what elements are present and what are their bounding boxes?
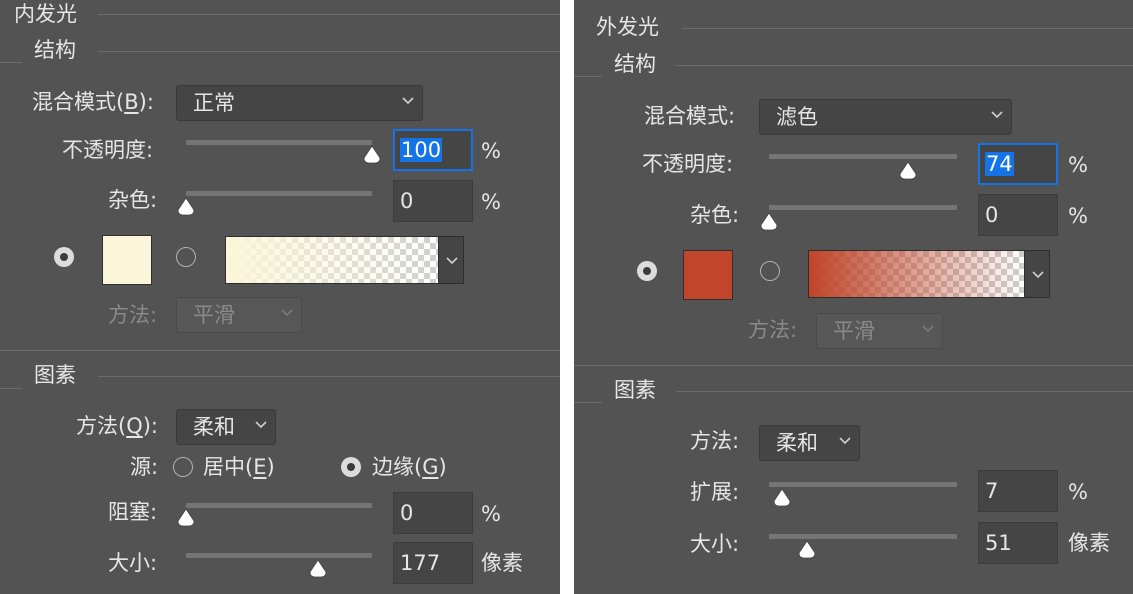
chevron-down-icon: [991, 111, 1003, 119]
gradient-radio[interactable]: [760, 261, 780, 281]
technique-label: 方法:: [108, 303, 158, 327]
spread-label: 扩展:: [690, 480, 740, 504]
divider: [676, 65, 1133, 66]
section-heading-elements: 图素: [614, 378, 656, 402]
opacity-unit: %: [481, 139, 501, 163]
noise-slider-track[interactable]: [769, 205, 957, 210]
technique-label: 方法:: [748, 318, 798, 342]
spread-unit: %: [1068, 480, 1088, 504]
size-slider-thumb-icon[interactable]: [797, 539, 817, 559]
elements-method-select[interactable]: 柔和: [176, 409, 276, 445]
chevron-down-icon: [1032, 271, 1044, 279]
size-unit: 像素: [481, 551, 523, 575]
noise-slider-thumb-icon[interactable]: [176, 196, 196, 216]
chevron-down-icon: [446, 257, 458, 265]
choke-slider-thumb-icon[interactable]: [176, 507, 196, 527]
glow-color-swatch[interactable]: [102, 235, 152, 285]
blend-mode-label: 混合模式:: [644, 104, 736, 128]
technique-select: 平滑: [816, 313, 943, 349]
gradient-preview[interactable]: [225, 236, 439, 284]
chevron-down-icon: [922, 325, 934, 333]
size-input[interactable]: 177: [393, 542, 473, 584]
noise-slider-track[interactable]: [186, 191, 372, 196]
elements-method-select[interactable]: 柔和: [759, 425, 860, 461]
size-unit: 像素: [1068, 531, 1110, 555]
section-heading-structure: 结构: [614, 52, 656, 76]
noise-slider-thumb-icon[interactable]: [759, 211, 779, 231]
divider: [0, 62, 22, 63]
choke-input[interactable]: 0: [393, 492, 473, 534]
source-center-label[interactable]: 居中(E): [203, 455, 275, 479]
noise-label: 杂色:: [690, 203, 740, 227]
gradient-fill: [226, 237, 438, 283]
size-slider-thumb-icon[interactable]: [308, 558, 328, 578]
divider: [0, 388, 22, 389]
divider: [98, 376, 560, 377]
chevron-down-icon: [402, 97, 414, 105]
noise-input[interactable]: 0: [978, 194, 1058, 236]
technique-select: 平滑: [176, 297, 302, 333]
divider: [0, 350, 560, 351]
size-input[interactable]: 51: [978, 522, 1058, 564]
section-heading-structure: 结构: [34, 38, 76, 62]
opacity-input[interactable]: 74: [978, 143, 1058, 185]
gradient-fill: [809, 251, 1024, 297]
source-label: 源:: [130, 455, 159, 479]
divider: [682, 28, 1133, 29]
chevron-down-icon: [839, 437, 851, 445]
source-edge-label[interactable]: 边缘(G): [372, 455, 447, 479]
solid-color-radio[interactable]: [637, 261, 657, 281]
spread-slider-track[interactable]: [769, 482, 957, 487]
opacity-slider-thumb-icon[interactable]: [362, 144, 382, 164]
spread-slider-thumb-icon[interactable]: [772, 487, 792, 507]
choke-unit: %: [481, 502, 501, 526]
choke-slider-track[interactable]: [186, 503, 372, 508]
opacity-label: 不透明度:: [642, 152, 734, 176]
size-slider-track[interactable]: [186, 553, 372, 558]
divider: [98, 14, 560, 15]
solid-color-radio[interactable]: [54, 247, 74, 267]
source-center-radio[interactable]: [173, 457, 193, 477]
noise-input[interactable]: 0: [393, 180, 473, 222]
gradient-radio[interactable]: [176, 247, 196, 267]
divider: [676, 391, 1133, 392]
blend-mode-select[interactable]: 正常: [176, 85, 423, 121]
source-edge-radio[interactable]: [341, 457, 361, 477]
divider: [574, 402, 602, 403]
section-heading-elements: 图素: [34, 363, 76, 387]
outer-glow-panel: 外发光 结构 混合模式: 滤色 不透明度: 74 % 杂色: 0 % 方法: 平…: [574, 0, 1133, 594]
noise-unit: %: [1068, 204, 1088, 228]
blend-mode-label: 混合模式(B):: [32, 90, 154, 114]
size-label: 大小:: [690, 532, 740, 556]
divider: [98, 51, 560, 52]
choke-label: 阻塞:: [108, 500, 158, 524]
chevron-down-icon: [255, 421, 267, 429]
opacity-slider-track[interactable]: [186, 140, 372, 145]
opacity-slider-track[interactable]: [769, 154, 957, 159]
inner-glow-panel: 内发光 结构 混合模式(B): 正常 不透明度: 100 % 杂色: 0 % 方…: [0, 0, 560, 594]
spread-input[interactable]: 7: [978, 470, 1058, 512]
opacity-slider-thumb-icon[interactable]: [898, 160, 918, 180]
panel-title: 内发光: [14, 2, 77, 26]
glow-color-swatch[interactable]: [683, 250, 733, 300]
elements-method-label: 方法:: [690, 429, 740, 453]
blend-mode-select[interactable]: 滤色: [759, 99, 1012, 135]
noise-unit: %: [481, 190, 501, 214]
panel-title: 外发光: [596, 15, 659, 39]
size-label: 大小:: [108, 551, 158, 575]
divider: [574, 365, 1133, 366]
noise-label: 杂色:: [108, 188, 158, 212]
opacity-input[interactable]: 100: [393, 129, 473, 171]
gradient-preview[interactable]: [808, 250, 1025, 298]
opacity-unit: %: [1068, 153, 1088, 177]
opacity-label: 不透明度:: [62, 138, 154, 162]
gradient-picker-button[interactable]: [1024, 250, 1050, 298]
divider: [574, 76, 602, 77]
gradient-picker-button[interactable]: [438, 236, 464, 284]
chevron-down-icon: [281, 309, 293, 317]
elements-method-label: 方法(Q):: [76, 414, 159, 438]
